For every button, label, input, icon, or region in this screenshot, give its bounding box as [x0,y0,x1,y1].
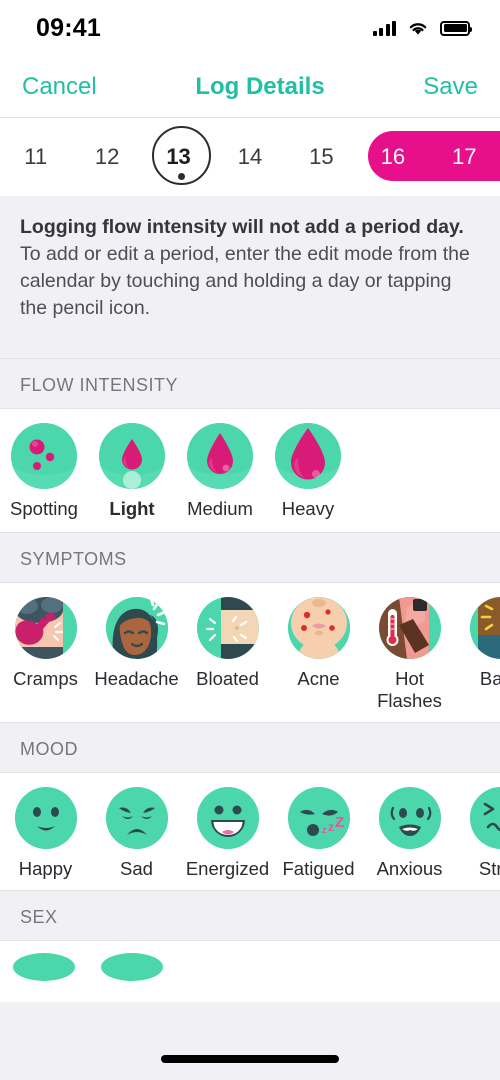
back-pain-icon [469,597,500,659]
log-details-screen: 09:41 Cancel Log Details Save 11 12 13 1… [0,0,500,1080]
svg-text:Z: Z [335,814,344,831]
wifi-icon [407,20,429,36]
flow-option-label: Light [109,498,155,519]
symptom-option-label: Back [479,668,500,689]
flow-option-label: Heavy [281,498,335,519]
symptom-option-hot-flashes[interactable]: Hot Flashes [364,597,455,712]
status-indicators [372,20,472,36]
cancel-button[interactable]: Cancel [22,73,97,101]
flow-option-heavy[interactable]: Heavy [264,423,352,520]
flow-option-medium[interactable]: Medium [176,423,264,520]
sex-option-icon-2 [101,953,163,981]
date-day-16[interactable]: 16 [357,144,428,170]
flow-option-label: Medium [187,498,253,519]
symptoms-options: Cramps Headache Bloated Acne Hot Flashes… [0,583,500,722]
acne-icon [287,597,350,659]
mood-option-energized[interactable]: Energized [182,787,273,880]
large-blood-drop-icon [275,423,341,489]
date-day-11[interactable]: 11 [0,144,71,170]
cramps-icon [14,597,77,659]
symptom-option-label: Bloated [196,668,259,689]
energized-face-icon [196,787,259,849]
mood-option-label: Anxious [376,858,443,879]
symptom-option-label: Hot Flashes [377,668,442,711]
info-banner-rest: To add or edit a period, enter the edit … [20,243,470,319]
symptom-option-label: Acne [297,668,340,689]
sex-options [0,941,500,981]
symptom-option-headache[interactable]: Headache [91,597,182,712]
sex-option-icon-1 [13,953,75,981]
anxious-face-icon [378,787,441,849]
date-day-12[interactable]: 12 [71,144,142,170]
mood-option-label: Stres [478,858,500,879]
small-blood-drop-icon [99,423,165,489]
mood-option-anxious[interactable]: Anxious [364,787,455,880]
info-banner: Logging flow intensity will not add a pe… [0,196,500,358]
section-header-flow-intensity: FLOW INTENSITY [0,358,500,409]
blood-spots-icon [11,423,77,489]
sex-option-1[interactable] [0,953,88,981]
date-strip[interactable]: 11 12 13 14 15 16 17 [0,118,500,196]
save-button[interactable]: Save [423,73,478,101]
symptom-option-bloated[interactable]: Bloated [182,597,273,712]
hot-flashes-icon [378,597,441,659]
medium-blood-drop-icon [187,423,253,489]
flow-option-light[interactable]: Light [88,423,176,520]
symptom-option-back-pain[interactable]: Back [455,597,500,712]
mood-option-sad[interactable]: Sad [91,787,182,880]
bloated-icon [196,597,259,659]
status-bar: 09:41 [0,0,500,56]
mood-option-fatigued[interactable]: z z Z Fatigued [273,787,364,880]
symptom-option-label: Cramps [13,668,78,689]
date-day-15[interactable]: 15 [286,144,357,170]
mood-option-happy[interactable]: Happy [0,787,91,880]
status-time: 09:41 [36,13,101,42]
selected-day-dot [178,173,185,180]
home-indicator-area [0,1024,500,1080]
mood-option-label: Sad [120,858,153,879]
headache-icon [105,597,168,659]
mood-options: Happy Sad Energized z z Z Fatigued Anxio… [0,773,500,890]
battery-full-icon [440,20,472,36]
fatigued-face-icon: z z Z [287,787,350,849]
info-banner-text: Logging flow intensity will not add a pe… [20,214,480,322]
flow-intensity-options: Spotting Light Medium Heavy [0,409,500,532]
date-day-13[interactable]: 13 [143,144,214,170]
symptom-option-acne[interactable]: Acne [273,597,364,712]
page-title: Log Details [195,72,325,100]
flow-option-label: Spotting [10,498,78,519]
date-day-17[interactable]: 17 [429,144,500,170]
info-banner-bold: Logging flow intensity will not add a pe… [20,216,464,238]
home-indicator[interactable] [161,1055,339,1063]
symptom-option-cramps[interactable]: Cramps [0,597,91,712]
symptom-option-label: Headache [94,668,179,689]
mood-option-label: Happy [18,858,73,879]
section-header-sex: SEX [0,890,500,941]
svg-text:z: z [322,825,327,835]
mood-option-label: Fatigued [282,858,355,879]
cellular-signal-icon [372,20,396,36]
happy-face-icon [14,787,77,849]
section-header-symptoms: SYMPTOMS [0,532,500,583]
mood-option-stressed[interactable]: Stres [455,787,500,880]
sex-option-2[interactable] [88,953,176,981]
svg-text:z: z [328,820,334,834]
flow-option-spotting[interactable]: Spotting [0,423,88,520]
sad-face-icon [105,787,168,849]
bottom-spacer [0,1002,500,1024]
mood-option-label: Energized [185,858,270,879]
navigation-bar: Cancel Log Details Save [0,56,500,118]
section-header-mood: MOOD [0,722,500,773]
stressed-face-icon [469,787,500,849]
date-day-14[interactable]: 14 [214,144,285,170]
